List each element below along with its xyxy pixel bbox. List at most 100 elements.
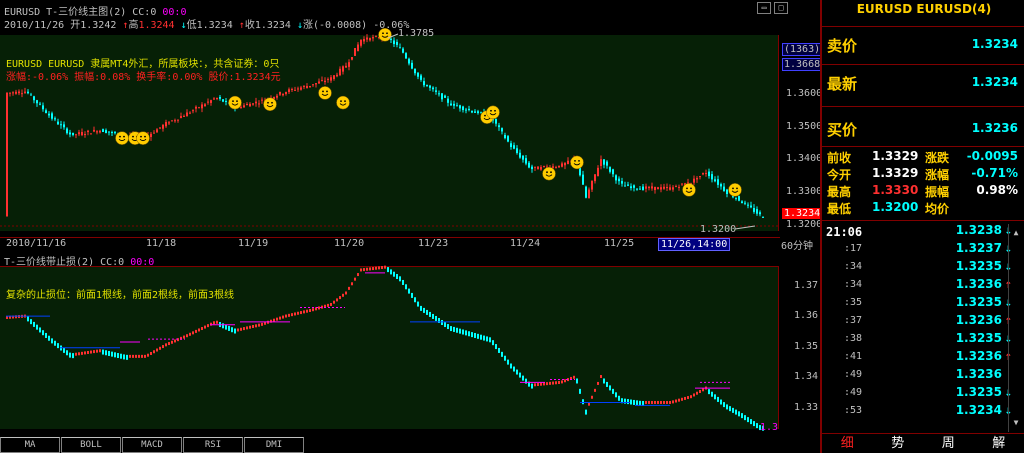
candle-body bbox=[351, 57, 353, 60]
indicator-bar bbox=[372, 267, 374, 271]
indicator-bar bbox=[444, 322, 446, 328]
stat-value: -0.71% bbox=[971, 166, 1018, 180]
tick-value: 1.3236 bbox=[955, 313, 1002, 327]
indicator-bar bbox=[681, 397, 683, 401]
candle-body bbox=[678, 186, 680, 188]
indicator-bar bbox=[555, 381, 557, 385]
candle-body bbox=[291, 89, 293, 91]
tab-rsi[interactable]: RSI bbox=[183, 437, 243, 453]
scroll-down-icon[interactable]: ▼ bbox=[1011, 418, 1021, 428]
indicator-bar bbox=[150, 351, 152, 355]
indicator-bar bbox=[246, 326, 248, 330]
tick-time: :34 bbox=[844, 261, 863, 272]
tab-explain[interactable]: 解 bbox=[973, 434, 1024, 453]
indicator-bar bbox=[390, 269, 392, 275]
candle-body bbox=[309, 85, 311, 87]
candle-body bbox=[624, 185, 626, 187]
candle-body bbox=[6, 92, 8, 217]
stat-label: 今开 bbox=[827, 168, 852, 182]
minimize-icon[interactable]: ▭ bbox=[757, 2, 771, 14]
candle-body bbox=[603, 159, 605, 165]
scroll-up-icon[interactable]: ▲ bbox=[1011, 228, 1021, 238]
indicator-bar bbox=[279, 316, 281, 320]
indicator-bar bbox=[42, 330, 44, 336]
indicator-bar bbox=[699, 390, 701, 394]
ask-row: 卖价 1.3234 bbox=[822, 26, 1024, 64]
tick-value: 1.3235 bbox=[955, 331, 1002, 345]
indicator-bar bbox=[84, 351, 86, 355]
stat-value: 0.98% bbox=[976, 183, 1018, 197]
indicator-bar bbox=[177, 338, 179, 342]
tab-boll[interactable]: BOLL bbox=[61, 437, 121, 453]
indicator-bar bbox=[477, 333, 479, 339]
smiley-icon bbox=[486, 105, 500, 120]
indicator-bar bbox=[114, 352, 116, 358]
candle-body bbox=[681, 183, 683, 185]
quote-panel-title: EURUSD EURUSD(4) bbox=[856, 2, 992, 16]
tick-time: :53 bbox=[844, 405, 863, 416]
indicator-bar bbox=[564, 379, 566, 383]
tab-macd[interactable]: MACD bbox=[122, 437, 182, 453]
tab-detail[interactable]: 细 bbox=[822, 434, 873, 453]
indicator-bar bbox=[345, 291, 347, 295]
indicator-bar bbox=[261, 322, 263, 326]
tick-time: :41 bbox=[844, 351, 863, 362]
indicator-bar bbox=[540, 382, 542, 386]
indicator-bar bbox=[426, 309, 428, 315]
indicator-bar bbox=[498, 347, 500, 353]
candle-body bbox=[198, 107, 200, 109]
indicator-bar bbox=[606, 381, 608, 387]
indicator-bar bbox=[714, 394, 716, 400]
indicator-bar bbox=[282, 315, 284, 319]
smiley-icon bbox=[378, 28, 392, 42]
indicator-bar bbox=[507, 359, 509, 365]
candle-body bbox=[279, 91, 281, 95]
y-tick: 1.3400 bbox=[786, 153, 823, 164]
tick-list: 21:06 1.3238 ↓:17 1.3237 ↓:34 1.3235 ↓:34 1.323… bbox=[822, 220, 1024, 433]
candle-body bbox=[588, 189, 590, 199]
candle-body bbox=[366, 37, 368, 40]
candle-body bbox=[606, 161, 608, 166]
period-label[interactable]: 60分钟 bbox=[781, 237, 813, 252]
indicator-bar bbox=[678, 398, 680, 402]
indicator-bar bbox=[135, 354, 137, 358]
indicator-bar bbox=[408, 288, 410, 294]
candle-body bbox=[534, 166, 536, 168]
candle-body bbox=[693, 178, 695, 183]
indicator-bar bbox=[627, 399, 629, 405]
candle-body bbox=[69, 132, 71, 135]
indicator-bar bbox=[351, 282, 353, 286]
candle-body bbox=[255, 101, 257, 104]
candle-body bbox=[177, 119, 179, 121]
candle-body bbox=[762, 216, 764, 218]
tab-dmi[interactable]: DMI bbox=[244, 437, 304, 453]
indicator-current-tag: 1.3 bbox=[760, 422, 779, 433]
candle-body bbox=[645, 186, 647, 189]
indicator-bar bbox=[636, 400, 638, 406]
indicator-bar bbox=[75, 352, 77, 356]
indicator-bar bbox=[618, 395, 620, 401]
tab-trend[interactable]: 势 bbox=[872, 434, 923, 453]
tick-scrollbar[interactable]: ▲ ▼ bbox=[1008, 224, 1022, 432]
indicator-bar bbox=[741, 413, 743, 419]
indicator-bar bbox=[738, 411, 740, 417]
tab-ma[interactable]: MA bbox=[0, 437, 60, 453]
indicator-bar bbox=[693, 393, 695, 397]
candle-body bbox=[393, 40, 395, 45]
stat-label: 前收 bbox=[827, 151, 852, 165]
candle-body bbox=[741, 201, 743, 204]
tab-week[interactable]: 周 bbox=[923, 434, 974, 453]
candle-body bbox=[222, 99, 224, 102]
peak-price-label: 1.3785 bbox=[398, 28, 434, 39]
candle-body bbox=[537, 166, 539, 170]
indicator-bar bbox=[582, 399, 584, 405]
stat-value: -0.0095 bbox=[966, 149, 1018, 163]
indicator-bar bbox=[69, 352, 71, 358]
indicator-bar bbox=[666, 400, 668, 404]
date-label: 11/23 bbox=[418, 238, 449, 249]
candle-body bbox=[633, 185, 635, 188]
indicator-bar bbox=[723, 402, 725, 408]
indicator-bar bbox=[171, 340, 173, 344]
candle-body bbox=[327, 78, 329, 80]
last-row: 最新 1.3234 bbox=[822, 64, 1024, 106]
